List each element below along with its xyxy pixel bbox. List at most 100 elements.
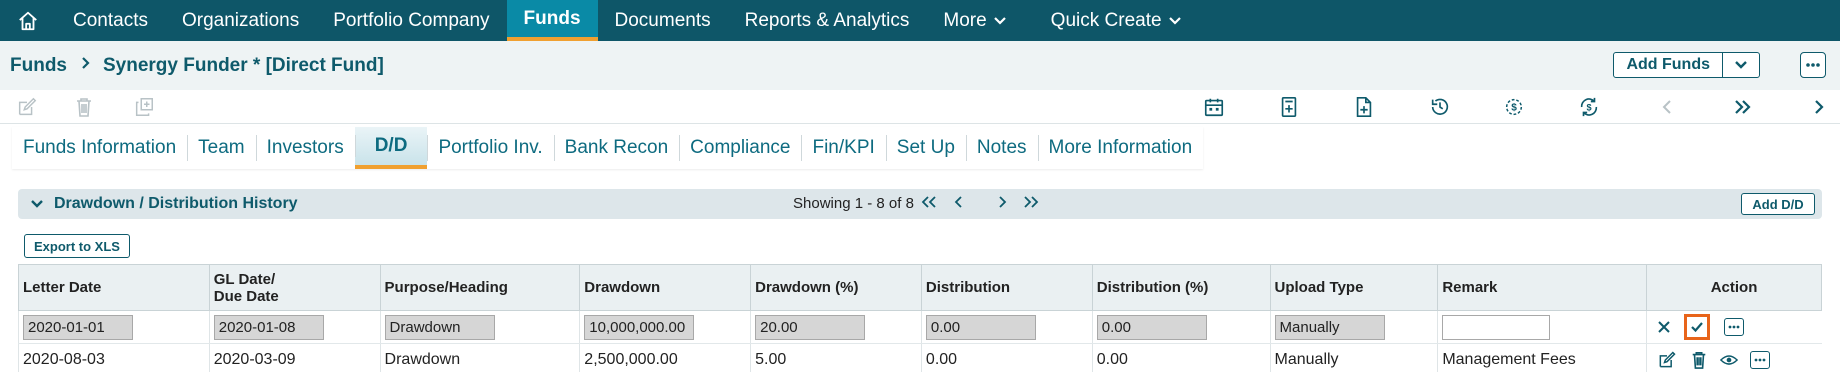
currency-refresh-icon[interactable]: $: [1576, 95, 1602, 119]
cell-distribution: 0.00: [920, 343, 1093, 372]
delete-icon[interactable]: [1690, 350, 1708, 370]
nav-portfolio-company[interactable]: Portfolio Company: [316, 0, 506, 41]
ellipsis-icon: [1755, 358, 1766, 362]
nav-more[interactable]: More: [926, 0, 1023, 41]
add-dd-button[interactable]: Add D/D: [1741, 193, 1815, 215]
chevron-right-icon: [81, 56, 91, 75]
header-purpose: Purpose/Heading: [379, 264, 581, 311]
drawdown-field[interactable]: [584, 314, 695, 340]
nav-funds[interactable]: Funds: [506, 0, 598, 41]
collapse-chevron-icon[interactable]: [30, 199, 44, 209]
svg-text:$: $: [1511, 103, 1517, 114]
tab-dd[interactable]: D/D: [354, 127, 428, 169]
add-funds-dropdown[interactable]: [1723, 53, 1759, 77]
chevron-down-icon: [993, 10, 1007, 32]
cell-drawdown: 2,500,000.00: [579, 343, 751, 372]
purpose-field[interactable]: [384, 314, 495, 340]
cancel-icon[interactable]: [1657, 320, 1671, 334]
calculator-icon[interactable]: [1276, 95, 1302, 119]
drawdown-pct-field[interactable]: [755, 314, 866, 340]
header-drawdown: Drawdown: [579, 264, 752, 311]
ellipsis-icon: [1806, 63, 1820, 67]
chevron-down-icon: [1735, 61, 1747, 69]
tab-bank-recon[interactable]: Bank Recon: [553, 127, 680, 169]
row-more-button[interactable]: [1724, 318, 1744, 336]
edit-icon[interactable]: [1657, 350, 1677, 370]
cell-remark: Management Fees: [1437, 343, 1647, 372]
upload-type-field[interactable]: [1274, 314, 1385, 340]
add-document-icon[interactable]: [1351, 95, 1377, 119]
cell-gl-date: 2020-03-09: [208, 343, 381, 372]
table-row: 2020-08-03 2020-03-09 Drawdown 2,500,000…: [18, 343, 1822, 372]
nav-organizations[interactable]: Organizations: [165, 0, 316, 41]
header-action: Action: [1646, 264, 1822, 311]
page-title: Synergy Funder * [Direct Fund]: [103, 54, 384, 76]
breadcrumb-root[interactable]: Funds: [10, 55, 67, 77]
edit-icon[interactable]: [14, 95, 40, 119]
next-page-icon[interactable]: [996, 194, 1008, 215]
cell-letter-date: 2020-08-03: [18, 343, 210, 372]
save-check-icon[interactable]: [1683, 314, 1710, 340]
more-options-button[interactable]: [1800, 52, 1826, 78]
tab-investors[interactable]: Investors: [255, 127, 355, 169]
svg-text:$: $: [1586, 103, 1591, 113]
prev-page-icon[interactable]: [953, 194, 965, 215]
cell-purpose: Drawdown: [379, 343, 580, 372]
section-title: Drawdown / Distribution History: [54, 195, 298, 212]
tab-team[interactable]: Team: [187, 127, 255, 169]
cell-upload-type: Manually: [1269, 343, 1438, 372]
tab-bar: Funds Information Team Investors D/D Por…: [12, 127, 1204, 169]
tab-set-up[interactable]: Set Up: [885, 127, 966, 169]
header-upload-type: Upload Type: [1269, 264, 1439, 311]
nav-contacts[interactable]: Contacts: [56, 0, 165, 41]
fast-forward-icon[interactable]: [1730, 95, 1756, 119]
tab-compliance[interactable]: Compliance: [679, 127, 801, 169]
home-icon[interactable]: [0, 0, 56, 41]
tab-more-information[interactable]: More Information: [1037, 127, 1204, 169]
remark-field[interactable]: [1442, 314, 1551, 340]
tab-portfolio-inv[interactable]: Portfolio Inv.: [427, 127, 553, 169]
header-gl-date: GL Date/Due Date: [208, 264, 381, 311]
cell-distribution-pct: 0.00: [1091, 343, 1271, 372]
header-remark: Remark: [1437, 264, 1648, 311]
gl-date-field[interactable]: [213, 314, 324, 340]
table-row-edit: [18, 310, 1822, 344]
ellipsis-icon: [1728, 325, 1740, 329]
last-page-icon[interactable]: [1022, 194, 1040, 215]
distribution-pct-field[interactable]: [1096, 314, 1207, 340]
history-icon[interactable]: [1427, 95, 1453, 119]
header-drawdown-pct: Drawdown (%): [750, 264, 922, 311]
copy-icon[interactable]: [131, 95, 157, 119]
header-gl-date-line1: GL Date/: [213, 270, 276, 288]
section-header: Drawdown / Distribution History Showing …: [18, 189, 1822, 219]
nav-quick-create[interactable]: Quick Create: [1034, 0, 1199, 41]
dd-history-table: Letter Date GL Date/Due Date Purpose/Hea…: [18, 264, 1822, 372]
header-distribution: Distribution: [920, 264, 1093, 311]
breadcrumb: Funds Synergy Funder * [Direct Fund] Add…: [0, 41, 1840, 90]
nav-reports-analytics[interactable]: Reports & Analytics: [728, 0, 927, 41]
top-nav: Contacts Organizations Portfolio Company…: [0, 0, 1840, 41]
add-funds-button[interactable]: Add Funds: [1614, 53, 1723, 77]
distribution-field[interactable]: [925, 314, 1036, 340]
currency-icon[interactable]: $: [1501, 95, 1527, 119]
toolbar: $ $: [0, 90, 1840, 124]
view-icon[interactable]: [1720, 353, 1738, 367]
next-icon[interactable]: [1806, 95, 1832, 119]
delete-icon[interactable]: [71, 95, 97, 119]
pagination-info: Showing 1 - 8 of 8: [793, 195, 914, 212]
cell-drawdown-pct: 5.00: [750, 343, 922, 372]
header-gl-date-line2: Due Date: [213, 287, 279, 305]
tab-fin-kpi[interactable]: Fin/KPI: [801, 127, 885, 169]
tab-notes[interactable]: Notes: [965, 127, 1038, 169]
previous-icon[interactable]: [1654, 95, 1680, 119]
letter-date-field[interactable]: [23, 314, 133, 340]
calendar-icon[interactable]: [1201, 95, 1227, 119]
export-xls-button[interactable]: Export to XLS: [24, 234, 130, 258]
header-letter-date: Letter Date: [18, 264, 210, 311]
chevron-down-icon: [1168, 10, 1182, 32]
tab-funds-information[interactable]: Funds Information: [12, 127, 187, 169]
row-more-button[interactable]: [1750, 351, 1771, 370]
nav-documents[interactable]: Documents: [598, 0, 728, 41]
first-page-icon[interactable]: [920, 194, 938, 215]
header-distribution-pct: Distribution (%): [1091, 264, 1271, 311]
